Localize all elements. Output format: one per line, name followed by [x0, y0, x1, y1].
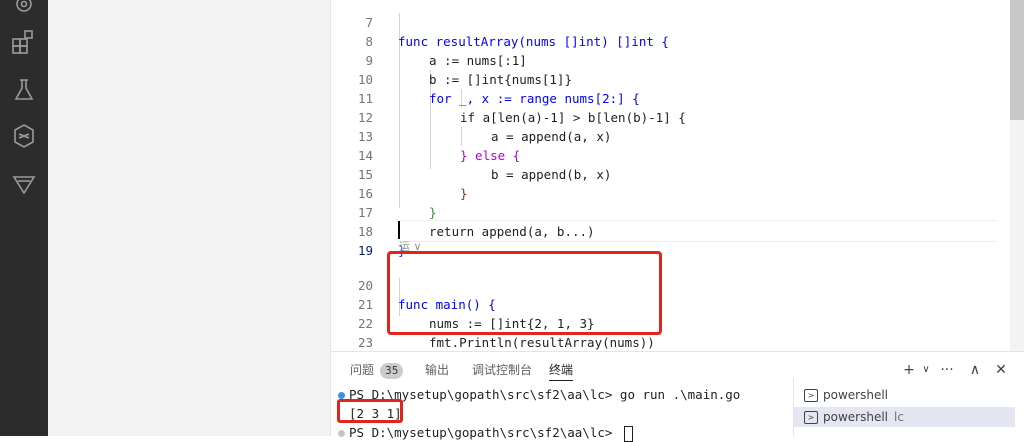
tab-terminal[interactable]: 终端 — [549, 360, 574, 381]
sidebar — [48, 0, 331, 436]
code-line[interactable]: 10 for _, x := range nums[2:] { — [331, 51, 1024, 106]
text-cursor — [398, 221, 400, 239]
terminal-icon: > — [804, 411, 818, 424]
terminal-list: > powershell > powershell lc — [793, 378, 1024, 436]
annotation-box-main — [387, 251, 662, 335]
settings-icon[interactable] — [10, 0, 38, 18]
annotation-box-output — [337, 399, 403, 423]
tab-problems[interactable]: 问题 35 — [350, 360, 404, 380]
terminal-list-item-selected[interactable]: > powershell lc — [794, 407, 1015, 427]
terminal-list-item[interactable]: > powershell — [804, 385, 1024, 405]
tab-label: 问题 — [350, 363, 375, 377]
close-panel-button[interactable]: ✕ — [991, 360, 1011, 380]
go-icon[interactable] — [10, 122, 38, 150]
triangle-icon[interactable] — [10, 170, 38, 198]
command-success-dot[interactable] — [338, 392, 345, 399]
terminal-icon: > — [804, 389, 818, 402]
tab-output[interactable]: 输出 — [425, 360, 449, 380]
problems-count-badge: 35 — [380, 363, 404, 379]
terminal-dropdown-button[interactable]: ∨ — [916, 360, 936, 380]
code-line[interactable]: 15 } — [331, 146, 1024, 201]
code-line[interactable]: 9 b := []int{nums[1]} — [331, 32, 1024, 87]
terminal-name: powershell — [823, 410, 888, 424]
code-line[interactable]: 17 return append(a, b...) — [331, 184, 1024, 239]
code-line[interactable]: 11 if a[len(a)-1] > b[len(b)-1] { — [331, 70, 1024, 125]
terminal-command-line: PS D:\mysetup\gopath\src\sf2\aa\lc> go r… — [349, 387, 741, 402]
terminal-prompt-line[interactable]: PS D:\mysetup\gopath\src\sf2\aa\lc> — [349, 423, 633, 442]
terminal-cursor — [623, 425, 633, 442]
terminal-cwd: lc — [894, 410, 904, 424]
code-line[interactable]: 19 — [331, 222, 1024, 258]
tab-debug-console[interactable]: 调试控制台 — [472, 360, 532, 380]
code-line[interactable]: 18 } — [331, 203, 1024, 258]
testing-icon[interactable] — [10, 76, 38, 104]
code-line[interactable]: 13 } else { — [331, 108, 1024, 163]
code-line[interactable]: 8 a := nums[:1] — [331, 13, 1024, 68]
code-line[interactable]: 24 — [331, 333, 1024, 351]
prompt-text: PS D:\mysetup\gopath\src\sf2\aa\lc> — [349, 425, 620, 440]
run-codelens[interactable]: 运 ∨ — [399, 238, 422, 253]
activity-bar — [0, 0, 48, 436]
code-line[interactable]: 12 a = append(a, x) — [331, 89, 1024, 144]
code-line[interactable]: 7 func resultArray(nums []int) []int { — [331, 0, 1024, 49]
terminal-name: powershell — [823, 388, 888, 402]
code-line[interactable]: 16 } — [331, 165, 1024, 220]
more-actions-button[interactable]: ··· — [937, 360, 957, 380]
code-line[interactable]: 14 b = append(b, x) — [331, 127, 1024, 182]
maximize-panel-button[interactable]: ∧ — [965, 360, 985, 380]
extensions-icon[interactable] — [10, 28, 38, 56]
